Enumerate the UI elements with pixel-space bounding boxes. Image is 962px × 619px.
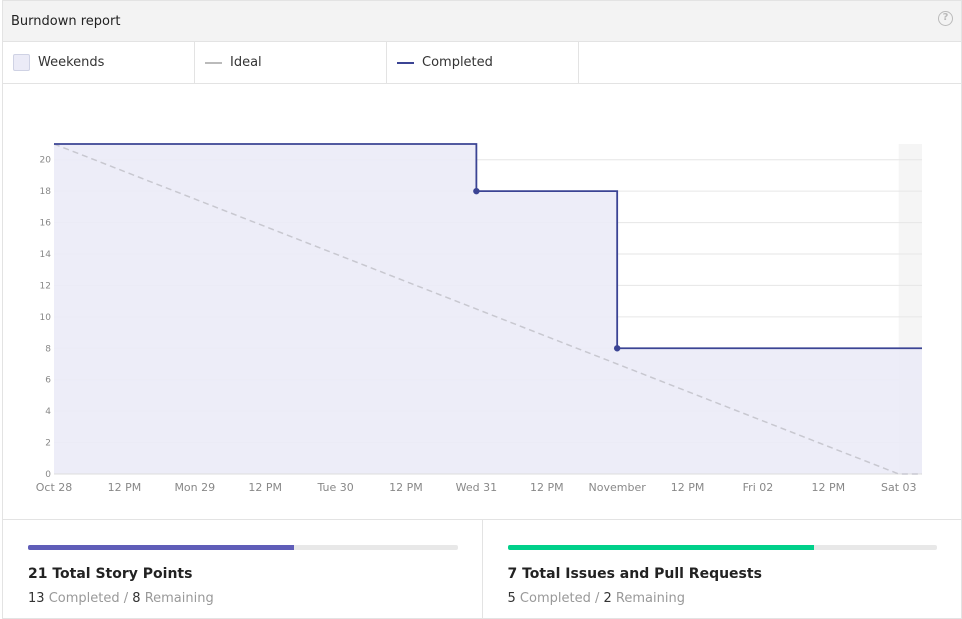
y-tick-label: 20: [40, 156, 52, 166]
y-tick-label: 8: [45, 344, 51, 354]
y-tick-label: 6: [45, 376, 51, 386]
stat-subtitle: 5 Completed / 2 Remaining: [508, 591, 938, 606]
x-tick-label: Mon 29: [174, 481, 215, 494]
stat-title: 21 Total Story Points: [28, 566, 193, 582]
legend-label: Ideal: [230, 55, 262, 70]
completed-label: Completed: [519, 591, 591, 606]
x-tick-label: Wed 31: [456, 481, 497, 494]
legend-label: Completed: [422, 55, 493, 70]
question-circle-icon[interactable]: ?: [938, 11, 953, 26]
story-points-progress: [28, 545, 458, 550]
stats-section: 21 Total Story Points 13 Completed / 8 R…: [3, 519, 961, 619]
legend-ideal[interactable]: Ideal: [195, 42, 387, 83]
story-points-stat: 21 Total Story Points 13 Completed / 8 R…: [3, 520, 482, 619]
x-tick-label: 12 PM: [812, 481, 846, 494]
x-tick-label: 12 PM: [389, 481, 423, 494]
legend-completed[interactable]: Completed: [387, 42, 579, 83]
burndown-panel: Burndown report ? Weekends Ideal Complet…: [2, 0, 962, 619]
x-tick-label: 12 PM: [530, 481, 564, 494]
stat-title: 7 Total Issues and Pull Requests: [507, 566, 762, 582]
separator: /: [123, 591, 129, 606]
page-title: Burndown report: [11, 13, 121, 29]
issues-stat: 7 Total Issues and Pull Requests 5 Compl…: [481, 520, 962, 619]
x-tick-label: 12 PM: [248, 481, 282, 494]
completed-line-icon: [397, 61, 414, 64]
remaining-count: 2: [603, 591, 612, 606]
legend-label: Weekends: [38, 55, 105, 70]
completed-point: [473, 187, 480, 195]
y-tick-label: 18: [40, 187, 52, 197]
y-tick-label: 0: [45, 470, 51, 480]
x-tick-label: Sat 03: [881, 481, 917, 494]
x-tick-label: 12 PM: [108, 481, 142, 494]
issues-progress: [507, 545, 937, 550]
burndown-chart: 0 2 4 6 8 10 12 14 16 18 20 Oct 28 12 PM Mon 29 12 PM T…: [36, 143, 922, 494]
x-tick-label: November: [589, 481, 647, 494]
ideal-line-icon: [205, 61, 222, 64]
legend-weekends[interactable]: Weekends: [3, 42, 195, 83]
stat-subtitle: 13 Completed / 8 Remaining: [28, 591, 458, 606]
completed-count: 13: [28, 591, 45, 606]
remaining-label: Remaining: [144, 591, 214, 606]
y-tick-label: 16: [40, 219, 52, 229]
y-tick-label: 2: [45, 439, 51, 449]
x-tick-label: Fri 02: [743, 481, 774, 494]
completed-point: [613, 345, 621, 352]
y-tick-label: 4: [45, 407, 51, 417]
weekends-swatch-icon: [13, 54, 30, 71]
y-tick-label: 14: [40, 250, 52, 260]
remaining-count: 8: [132, 591, 141, 606]
x-tick-label: 12 PM: [671, 481, 705, 494]
completed-area: [54, 144, 922, 474]
remaining-label: Remaining: [615, 591, 685, 606]
x-tick-label: Oct 28: [36, 481, 73, 494]
panel-header: Burndown report ?: [3, 1, 961, 42]
completed-count: 5: [507, 591, 516, 606]
y-tick-label: 12: [40, 281, 51, 291]
y-tick-label: 10: [40, 313, 52, 323]
separator: /: [594, 591, 600, 606]
chart-legend: Weekends Ideal Completed: [3, 42, 961, 84]
completed-label: Completed: [48, 591, 120, 606]
x-tick-label: Tue 30: [316, 481, 353, 494]
